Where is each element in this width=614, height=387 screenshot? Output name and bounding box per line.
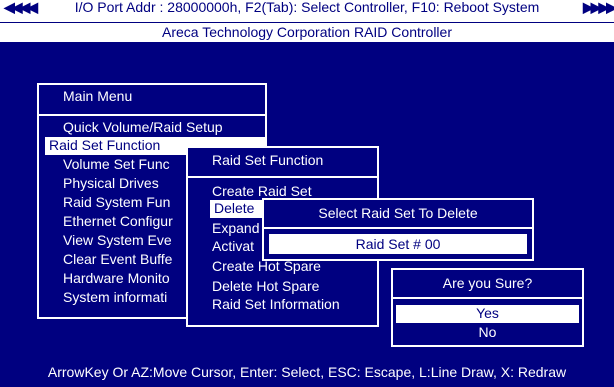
menu-item-volume-set[interactable]: Volume Set Func	[63, 156, 170, 174]
select-raid-set-window: Select Raid Set To Delete Raid Set # 00	[262, 198, 534, 261]
menu-item-quick-volume[interactable]: Quick Volume/Raid Setup	[63, 119, 223, 137]
menu-item-hardware-monitor[interactable]: Hardware Monito	[63, 270, 170, 288]
select-raid-set-divider	[264, 227, 532, 229]
menu-item-view-system-events[interactable]: View System Eve	[63, 232, 172, 250]
main-menu-divider	[39, 114, 265, 116]
confirm-yes-button[interactable]: Yes	[396, 305, 579, 323]
raid-item-delete[interactable]: Delete	[210, 200, 270, 218]
menu-item-physical-drives[interactable]: Physical Drives	[63, 175, 159, 193]
raid-set-divider	[188, 176, 377, 178]
menu-item-clear-event-buffer[interactable]: Clear Event Buffe	[63, 251, 172, 269]
menu-item-ethernet-config[interactable]: Ethernet Configur	[63, 213, 173, 231]
menu-item-raid-system[interactable]: Raid System Fun	[63, 194, 170, 212]
port-address-line: I/O Port Addr : 28000000h, F2(Tab): Sele…	[74, 0, 540, 15]
confirm-divider	[393, 297, 582, 299]
raid-set-entry-00[interactable]: Raid Set # 00	[269, 234, 527, 254]
confirm-dialog: Are you Sure? Yes No	[391, 268, 584, 347]
select-raid-set-title: Select Raid Set To Delete	[318, 205, 478, 221]
raid-set-function-title: Raid Set Function	[212, 152, 324, 168]
confirm-no-button[interactable]: No	[396, 324, 579, 342]
raid-item-raid-set-information[interactable]: Raid Set Information	[212, 296, 340, 314]
main-menu-title: Main Menu	[63, 88, 133, 104]
raid-item-expand[interactable]: Expand	[212, 220, 259, 238]
key-hints-footer: ArrowKey Or AZ:Move Cursor, Enter: Selec…	[0, 357, 614, 387]
controller-title: Areca Technology Corporation RAID Contro…	[0, 23, 614, 42]
right-arrows-icon: ▶▶▶▶	[583, 0, 614, 15]
confirm-title: Are you Sure?	[442, 275, 533, 291]
menu-item-system-information[interactable]: System informati	[63, 289, 167, 307]
raid-item-activate[interactable]: Activat	[212, 238, 254, 256]
raid-item-delete-hot-spare[interactable]: Delete Hot Spare	[212, 278, 319, 296]
